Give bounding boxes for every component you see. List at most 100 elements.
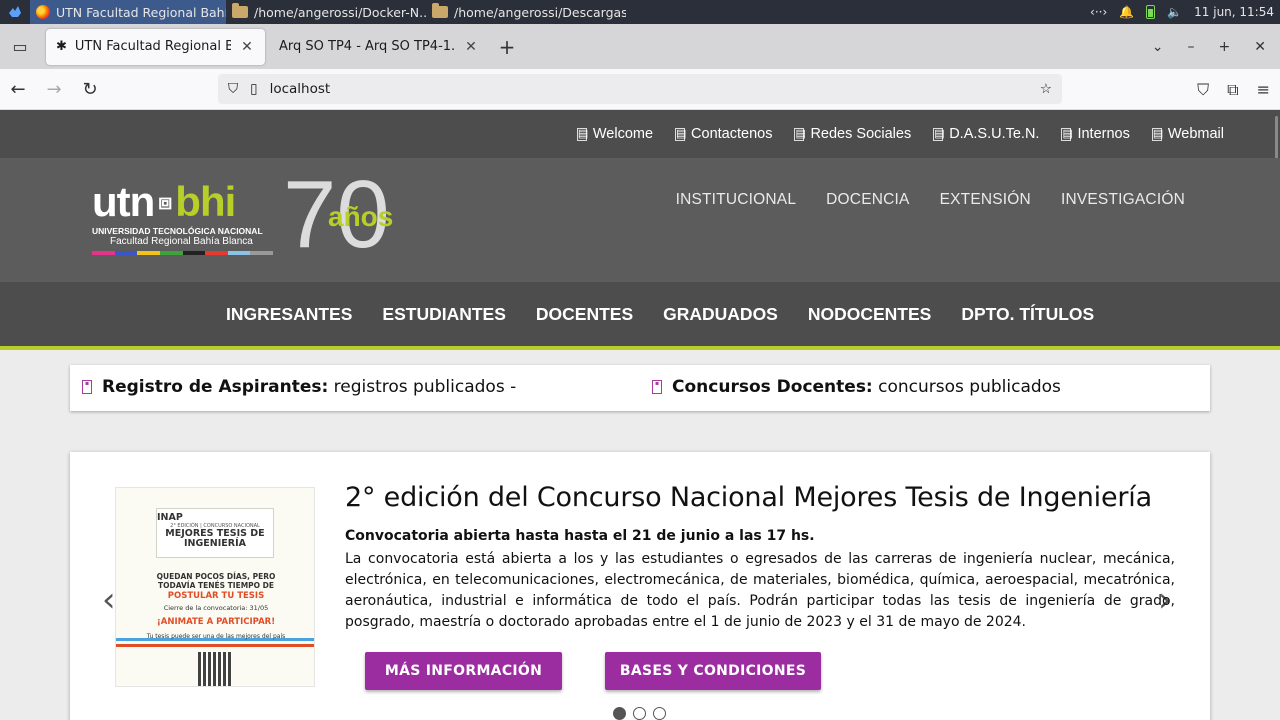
slide-poster-image[interactable]: INAP 2° EDICIÓN | CONCURSO NACIONAL MEJO…: [115, 487, 315, 687]
back-icon[interactable]: ←: [0, 79, 36, 100]
minimize-icon[interactable]: –: [1188, 39, 1195, 55]
ticker-label: Registro de Aspirantes:: [102, 377, 329, 397]
menu-item-extension[interactable]: EXTENSIÓN: [940, 191, 1031, 209]
poster-brand: INAP: [157, 512, 183, 523]
slide-body: La convocatoria está abierta a los y las…: [345, 551, 1175, 630]
poster-line-5: Tu tesis puede ser una de las mejores de…: [146, 633, 286, 640]
bookmark-star-icon[interactable]: ☆: [1040, 81, 1052, 97]
maximize-icon[interactable]: +: [1219, 39, 1231, 55]
menu-item-investigacion[interactable]: INVESTIGACIÓN: [1061, 191, 1185, 209]
rules-button[interactable]: BASES Y CONDICIONES: [605, 652, 821, 690]
utility-links-bar: ▤ Welcome ▤ Contactenos ▤ Redes Sociales ▤ D…: [0, 110, 1280, 158]
taskbar-task-firefox[interactable]: UTN Facultad Regional Bahí...: [30, 0, 226, 24]
clock[interactable]: 11 jun, 11:54: [1194, 5, 1274, 19]
poster-line-1: QUEDAN POCOS DÍAS, PERO TODAVÍA TENÉS TI…: [156, 572, 276, 590]
link-icon: ▤: [1151, 127, 1164, 141]
logo-utn-text: utn: [92, 178, 155, 225]
top-link-label: Welcome: [592, 126, 654, 142]
list-all-tabs-icon[interactable]: ▭: [0, 24, 40, 69]
nav-docentes[interactable]: DOCENTES: [536, 304, 633, 325]
forward-icon[interactable]: →: [36, 79, 72, 100]
taskbar-task-label: UTN Facultad Regional Bahí...: [56, 4, 226, 20]
top-link-redes-sociales[interactable]: ▤ Redes Sociales: [794, 126, 911, 142]
logo-faculty-name: Facultad Regional Bahía Blanca: [110, 236, 253, 247]
tab-title: UTN Facultad Regional Bahía: [74, 39, 231, 54]
address-bar[interactable]: ⛉ ▯ localhost ☆: [218, 74, 1062, 104]
nav-ingresantes[interactable]: INGRESANTES: [226, 304, 352, 325]
poster-heading: MEJORES TESIS DE INGENIERÍA: [165, 528, 265, 549]
news-ticker: ▪ Registro de Aspirantes: registros publ…: [70, 365, 1210, 411]
notification-bell-icon[interactable]: 🔔: [1119, 5, 1134, 19]
link-icon: ▤: [794, 127, 806, 141]
os-taskbar: UTN Facultad Regional Bahí... /home/ange…: [0, 0, 1280, 24]
top-link-internos[interactable]: ▤ Internos: [1061, 126, 1130, 142]
link-icon: ▤: [576, 127, 589, 141]
tab-title: Arq SO TP4 - Arq SO TP4-1.pdf: [279, 39, 455, 54]
menu-icon[interactable]: ≡: [1257, 80, 1270, 99]
carousel-dot-3[interactable]: [653, 707, 666, 720]
battery-icon[interactable]: [1146, 5, 1156, 19]
firefox-icon: [36, 5, 50, 19]
slide-title: 2° edición del Concurso Nacional Mejores…: [345, 482, 1152, 513]
top-link-contactenos[interactable]: ▤ Contactenos: [675, 126, 772, 142]
folder-icon: [232, 3, 248, 18]
browser-tab-pdf[interactable]: Arq SO TP4 - Arq SO TP4-1.pdf ✕: [269, 29, 489, 65]
document-icon: ▪: [82, 380, 92, 394]
pocket-icon[interactable]: ⛉: [1197, 80, 1209, 100]
top-link-dasuten[interactable]: ▤ D.A.S.U.Te.N.: [933, 126, 1039, 142]
ticker-item-concursos[interactable]: ▪ Concursos Docentes: concursos publicad…: [652, 377, 1061, 397]
menu-item-docencia[interactable]: DOCENCIA: [826, 191, 909, 209]
more-info-button[interactable]: MÁS INFORMACIÓN: [365, 652, 562, 690]
network-icon[interactable]: ‹··›: [1090, 5, 1107, 19]
carousel-dot-1[interactable]: [613, 707, 626, 720]
anniversary-anos-text: años: [328, 201, 394, 232]
nav-graduados[interactable]: GRADUADOS: [663, 304, 778, 325]
site-favicon-icon: ✱: [56, 39, 67, 54]
app-launcher-icon[interactable]: [0, 0, 30, 24]
reload-icon[interactable]: ↻: [72, 79, 108, 100]
qr-code-icon: [198, 652, 232, 686]
top-link-welcome[interactable]: ▤ Welcome: [576, 126, 654, 142]
nav-estudiantes[interactable]: ESTUDIANTES: [382, 304, 505, 325]
browser-tab-active[interactable]: ✱ UTN Facultad Regional Bahía ✕: [46, 28, 265, 65]
page-icon: ▯: [250, 81, 258, 97]
taskbar-task-label: /home/angerossi/Descargas: [454, 4, 626, 20]
shield-icon[interactable]: ⛉: [228, 81, 238, 97]
extensions-icon[interactable]: ⧉: [1227, 80, 1238, 100]
top-link-label: Internos: [1077, 126, 1130, 142]
audience-nav: INGRESANTES ESTUDIANTES DOCENTES GRADUAD…: [0, 282, 1280, 350]
taskbar-task-folder-docker[interactable]: /home/angerossi/Docker-N...: [226, 0, 426, 24]
link-icon: ▤: [933, 127, 945, 141]
nav-dpto-titulos[interactable]: DPTO. TÍTULOS: [961, 304, 1094, 325]
taskbar-task-label: /home/angerossi/Docker-N...: [254, 4, 426, 20]
logo-bhi-text: bhi: [175, 178, 236, 225]
top-link-label: Webmail: [1167, 126, 1224, 142]
web-page: ▤ Welcome ▤ Contactenos ▤ Redes Sociales ▤ D…: [0, 110, 1280, 720]
logo-color-stripes: [92, 251, 273, 255]
close-tab-icon[interactable]: ✕: [463, 39, 479, 55]
browser-nav-bar: ← → ↻ ⛉ ▯ localhost ☆ ⛉ ⧉ ≡: [0, 69, 1280, 110]
close-tab-icon[interactable]: ✕: [239, 39, 255, 55]
menu-item-institucional[interactable]: INSTITUCIONAL: [676, 191, 797, 209]
nav-nodocentes[interactable]: NODOCENTES: [808, 304, 931, 325]
top-link-webmail[interactable]: ▤ Webmail: [1151, 126, 1224, 142]
document-icon: ▪: [652, 380, 662, 394]
utn-logo[interactable]: utn ⧈ bhi UNIVERSIDAD TECNOLÓGICA NACION…: [92, 178, 273, 255]
carousel-indicators: [613, 707, 666, 720]
folder-icon: [432, 3, 448, 18]
volume-icon[interactable]: 🔈: [1167, 5, 1182, 19]
main-menu: INSTITUCIONAL DOCENCIA EXTENSIÓN INVESTI…: [676, 191, 1185, 209]
close-window-icon[interactable]: ✕: [1254, 39, 1266, 55]
site-header: utn ⧈ bhi UNIVERSIDAD TECNOLÓGICA NACION…: [0, 158, 1280, 282]
taskbar-task-folder-descargas[interactable]: /home/angerossi/Descargas: [426, 0, 626, 24]
chevron-down-icon[interactable]: ⌄: [1152, 39, 1164, 55]
slide-subtitle: Convocatoria abierta hasta hasta el 21 d…: [345, 528, 815, 544]
carousel-dot-2[interactable]: [633, 707, 646, 720]
carousel-prev-icon[interactable]: ‹: [102, 580, 116, 620]
ticker-text: registros publicados -: [333, 377, 517, 397]
ticker-item-aspirantes[interactable]: ▪ Registro de Aspirantes: registros publ…: [82, 377, 516, 397]
poster-line-2: POSTULAR TU TESIS: [167, 591, 265, 601]
browser-tab-strip: ▭ ✱ UTN Facultad Regional Bahía ✕ Arq SO…: [0, 24, 1280, 69]
url-text[interactable]: localhost: [270, 81, 1028, 97]
new-tab-icon[interactable]: +: [489, 35, 525, 59]
